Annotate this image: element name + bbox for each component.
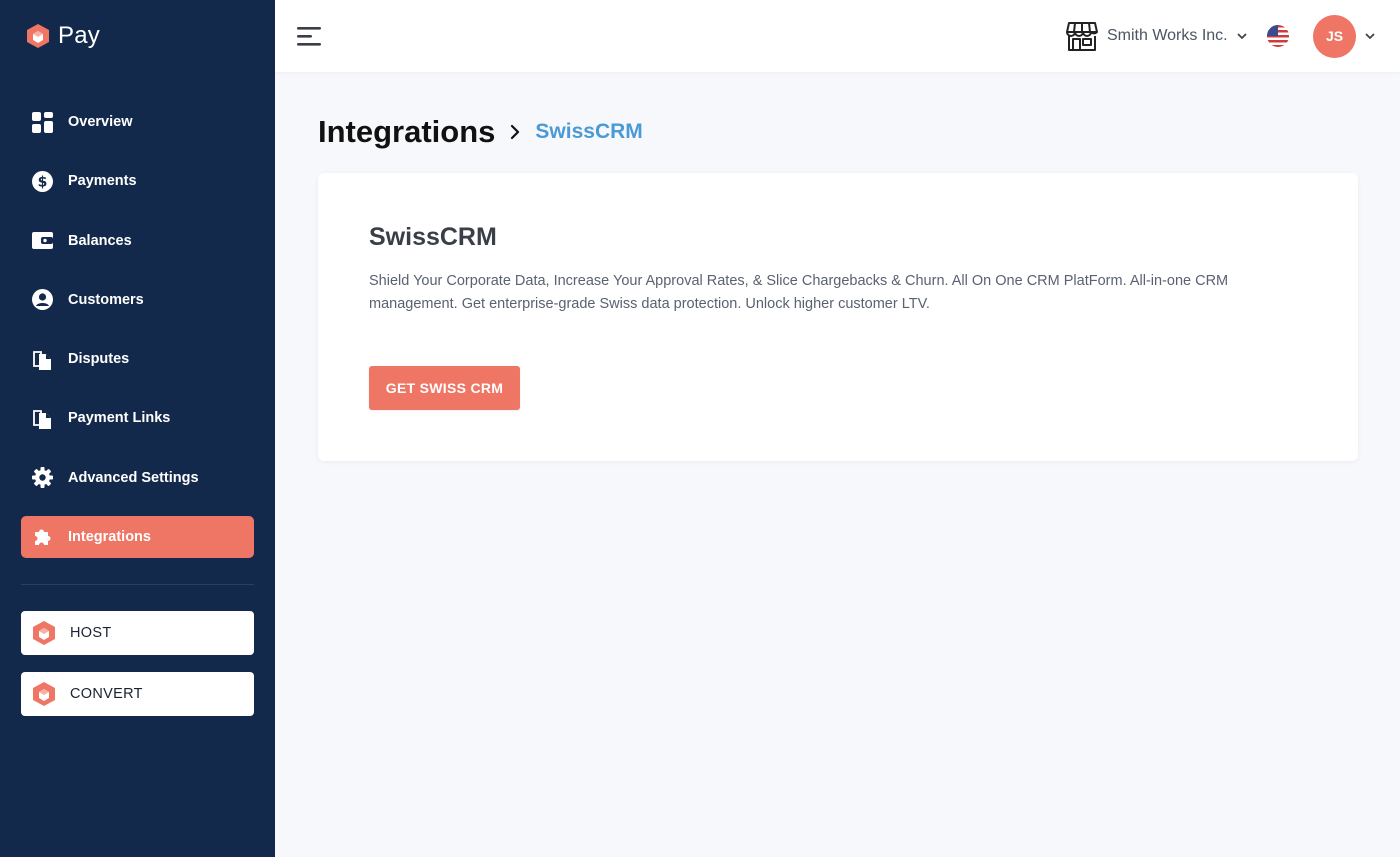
sidebar-item-payments[interactable]: $ Payments bbox=[21, 160, 254, 202]
cube-logo-icon bbox=[26, 23, 50, 49]
sidebar-item-label: Payments bbox=[68, 173, 137, 190]
dollar-circle-icon: $ bbox=[32, 170, 53, 192]
card-description: Shield Your Corporate Data, Increase You… bbox=[369, 273, 1229, 312]
sidebar-item-disputes[interactable]: Disputes bbox=[21, 338, 254, 380]
card-title: SwissCRM bbox=[369, 223, 497, 251]
sidebar-item-balances[interactable]: Balances bbox=[21, 220, 254, 262]
store-selector[interactable]: Smith Works Inc. bbox=[1065, 18, 1248, 54]
sidebar-item-overview[interactable]: Overview bbox=[21, 101, 254, 143]
sidebar: Pay Overview $ Payments Balances Custome… bbox=[0, 0, 275, 857]
documents-icon bbox=[32, 348, 53, 370]
brand-logo[interactable]: Pay bbox=[26, 22, 100, 50]
sidebar-item-label: Advanced Settings bbox=[68, 469, 199, 486]
sidebar-item-customers[interactable]: Customers bbox=[21, 279, 254, 321]
sidebar-item-payment-links[interactable]: Payment Links bbox=[21, 397, 254, 439]
chevron-down-icon bbox=[1364, 30, 1376, 42]
avatar: JS bbox=[1313, 14, 1356, 58]
host-app-button[interactable]: HOST bbox=[21, 611, 254, 655]
us-flag-icon[interactable] bbox=[1267, 25, 1289, 47]
sidebar-item-label: Customers bbox=[68, 291, 144, 308]
integration-card: SwissCRM Shield Your Corporate Data, Inc… bbox=[318, 173, 1358, 461]
sidebar-item-label: Disputes bbox=[68, 351, 130, 368]
store-name: Smith Works Inc. bbox=[1107, 27, 1228, 44]
sidebar-item-label: Payment Links bbox=[68, 410, 171, 427]
breadcrumb-root-link[interactable]: Integrations bbox=[318, 114, 495, 150]
user-circle-icon bbox=[32, 289, 53, 311]
hamburger-icon[interactable] bbox=[295, 24, 323, 48]
user-menu[interactable]: JS bbox=[1313, 14, 1376, 58]
gear-icon bbox=[32, 467, 53, 489]
sidebar-item-label: Balances bbox=[68, 232, 132, 249]
storefront-icon bbox=[1065, 19, 1099, 53]
breadcrumb: Integrations SwissCRM bbox=[318, 110, 643, 154]
sidebar-divider bbox=[21, 584, 254, 585]
top-bar: Smith Works Inc. JS bbox=[275, 0, 1400, 72]
cube-logo-icon bbox=[32, 681, 56, 707]
host-app-label: HOST bbox=[70, 625, 112, 641]
sidebar-item-label: Overview bbox=[68, 114, 133, 130]
grid-icon bbox=[32, 111, 53, 133]
get-swiss-crm-button[interactable]: GET SWISS CRM bbox=[369, 366, 520, 410]
svg-text:$: $ bbox=[38, 174, 48, 190]
breadcrumb-current: SwissCRM bbox=[535, 120, 643, 143]
convert-app-label: CONVERT bbox=[70, 686, 143, 702]
sidebar-item-advanced-settings[interactable]: Advanced Settings bbox=[21, 457, 254, 499]
sidebar-item-label: Integrations bbox=[68, 529, 151, 546]
sidebar-item-integrations[interactable]: Integrations bbox=[21, 516, 254, 559]
wallet-icon bbox=[32, 230, 53, 252]
convert-app-button[interactable]: CONVERT bbox=[21, 672, 254, 716]
cube-logo-icon bbox=[32, 620, 56, 646]
sidebar-nav: Overview $ Payments Balances Customers D… bbox=[21, 101, 254, 575]
puzzle-icon bbox=[32, 526, 53, 548]
chevron-down-icon bbox=[1236, 30, 1248, 42]
documents-icon bbox=[32, 407, 53, 429]
brand-name: Pay bbox=[58, 22, 100, 49]
chevron-right-icon bbox=[509, 124, 521, 140]
